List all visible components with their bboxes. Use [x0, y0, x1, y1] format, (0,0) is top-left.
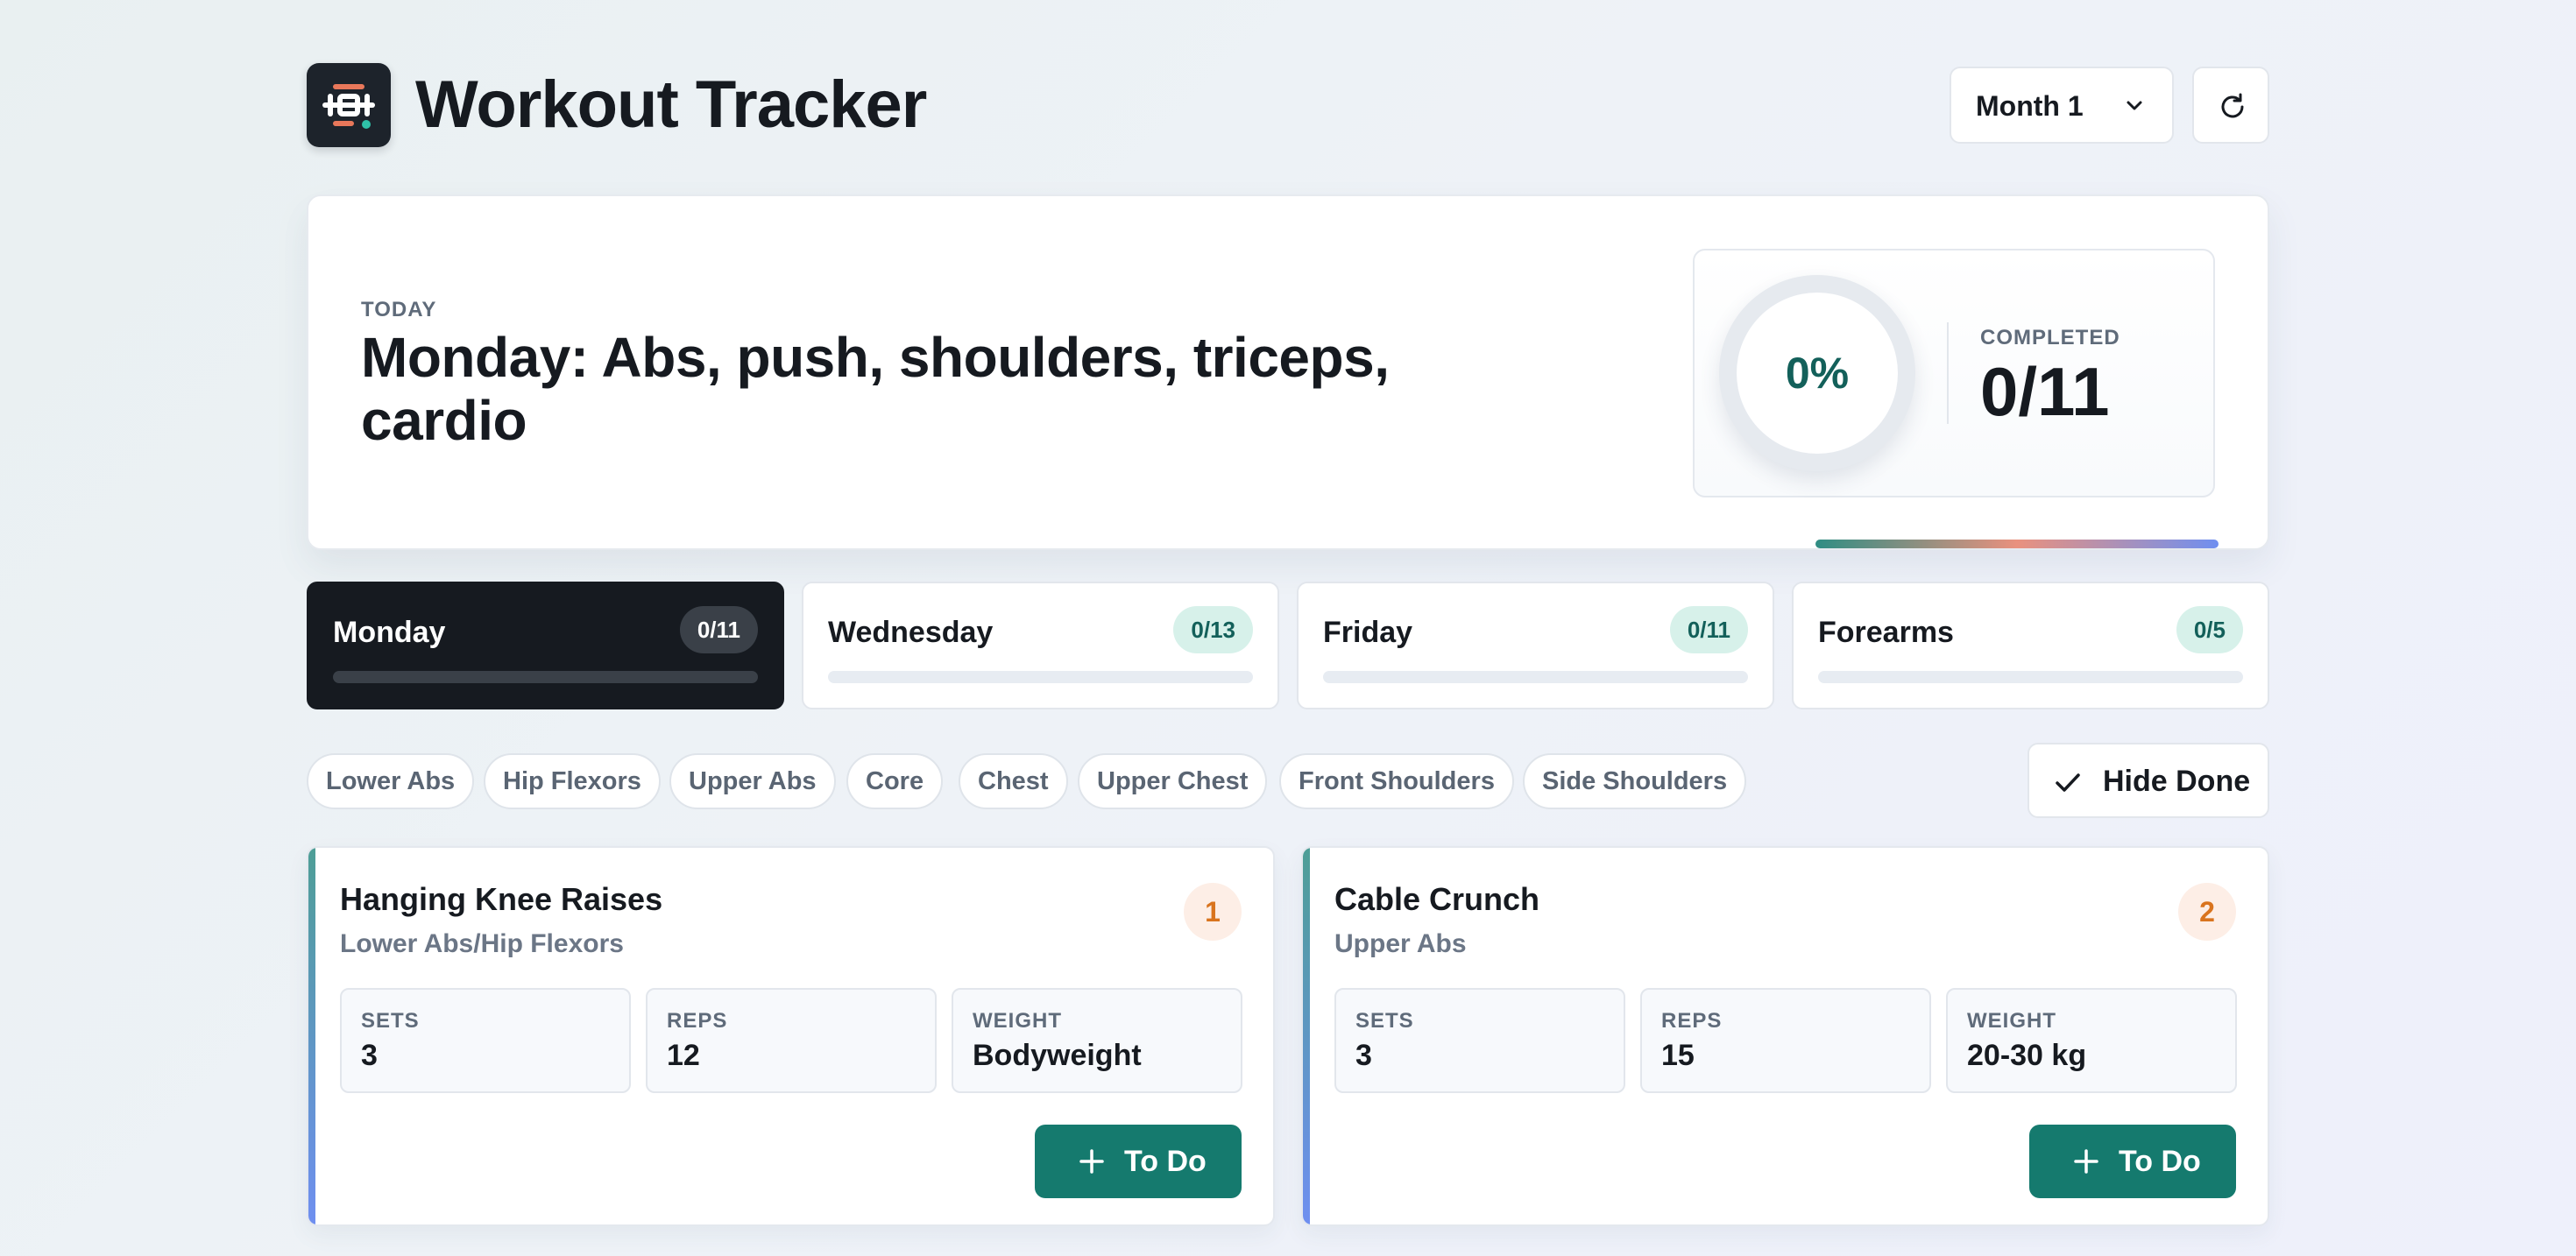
- card-accent-stripe: [1303, 848, 1310, 1224]
- filter-chip-core[interactable]: Core: [846, 753, 944, 809]
- day-tabs: Monday 0/11 Wednesday 0/13 Friday 0/11 F…: [307, 582, 2269, 709]
- exercise-muscle-group: Upper Abs: [1334, 929, 1467, 958]
- completed-label: COMPLETED: [1980, 326, 2120, 349]
- tab-count-badge: 0/13: [1173, 606, 1253, 653]
- sets-value: 3: [1355, 1039, 1372, 1072]
- exercise-name: Cable Crunch: [1334, 881, 1540, 917]
- app-title: Workout Tracker: [415, 67, 927, 142]
- plus-icon: [1079, 1149, 1104, 1174]
- progress-ring: 0%: [1719, 275, 1915, 471]
- filter-chip-chest[interactable]: Chest: [959, 753, 1068, 809]
- todo-button[interactable]: To Do: [1035, 1125, 1242, 1198]
- weight-label: WEIGHT: [973, 1009, 1062, 1033]
- tab-count-badge: 0/11: [1669, 606, 1748, 653]
- filter-chip-front-shoulders[interactable]: Front Shoulders: [1279, 753, 1514, 809]
- reps-value: 12: [667, 1039, 700, 1072]
- tab-count-badge: 0/11: [679, 606, 758, 653]
- today-title: Monday: Abs, push, shoulders, triceps, c…: [361, 326, 1390, 452]
- sets-label: SETS: [1355, 1009, 1414, 1033]
- reps-value: 15: [1661, 1039, 1695, 1072]
- progress-percent: 0%: [1785, 349, 1850, 398]
- reps-metric: REPS 15: [1640, 988, 1931, 1093]
- reps-label: REPS: [1661, 1009, 1723, 1033]
- exercise-card: Hanging Knee Raises Lower Abs/Hip Flexor…: [307, 846, 1275, 1226]
- card-accent-stripe: [308, 848, 315, 1224]
- tab-progress-bar: [333, 671, 758, 683]
- todo-button-label: To Do: [1124, 1145, 1207, 1178]
- completed-value: 0/11: [1980, 353, 2110, 430]
- reps-metric: REPS 12: [646, 988, 937, 1093]
- todo-button-label: To Do: [2119, 1145, 2201, 1178]
- sets-metric: SETS 3: [1334, 988, 1625, 1093]
- sets-metric: SETS 3: [340, 988, 631, 1093]
- hide-done-label: Hide Done: [2103, 765, 2251, 798]
- exercise-number-badge: 1: [1184, 883, 1242, 941]
- tab-monday[interactable]: Monday 0/11: [307, 582, 784, 709]
- today-label: TODAY: [361, 298, 437, 321]
- sets-label: SETS: [361, 1009, 420, 1033]
- filter-chip-side-shoulders[interactable]: Side Shoulders: [1523, 753, 1747, 809]
- reps-label: REPS: [667, 1009, 728, 1033]
- dumbbell-logo-icon: [307, 63, 391, 147]
- tab-forearms[interactable]: Forearms 0/5: [1792, 582, 2269, 709]
- accent-bar: [1815, 540, 2219, 548]
- tab-label: Friday: [1323, 616, 1413, 649]
- muscle-filter-chips: Lower Abs Hip Flexors Upper Abs Core Che…: [307, 743, 2269, 818]
- weight-metric: WEIGHT Bodyweight: [952, 988, 1242, 1093]
- page: Workout Tracker Month 1 TODAY Monday: Ab…: [307, 63, 2269, 1226]
- chevron-down-icon: [2121, 93, 2148, 123]
- completion-stats: 0% COMPLETED 0/11: [1693, 249, 2215, 497]
- header: Workout Tracker Month 1: [307, 63, 2269, 149]
- filter-chip-upper-abs[interactable]: Upper Abs: [669, 753, 836, 809]
- today-card: TODAY Monday: Abs, push, shoulders, tric…: [307, 194, 2269, 550]
- exercise-name: Hanging Knee Raises: [340, 881, 663, 917]
- month-select[interactable]: Month 1: [1950, 67, 2174, 144]
- tab-friday[interactable]: Friday 0/11: [1297, 582, 1774, 709]
- todo-button[interactable]: To Do: [2029, 1125, 2236, 1198]
- refresh-icon: [2221, 93, 2244, 118]
- tab-label: Wednesday: [828, 616, 994, 649]
- tab-label: Forearms: [1818, 616, 1954, 649]
- stats-divider: [1947, 322, 1949, 424]
- exercise-number-badge: 2: [2178, 883, 2236, 941]
- weight-label: WEIGHT: [1967, 1009, 2056, 1033]
- weight-value: Bodyweight: [973, 1039, 1142, 1072]
- weight-value: 20-30 kg: [1967, 1039, 2087, 1072]
- hide-done-toggle[interactable]: Hide Done: [2028, 743, 2269, 818]
- month-select-value: Month 1: [1976, 90, 2084, 122]
- exercise-card: Cable Crunch Upper Abs 2 SETS 3 REPS 15 …: [1301, 846, 2269, 1226]
- tab-progress-bar: [1818, 671, 2243, 683]
- weight-metric: WEIGHT 20-30 kg: [1946, 988, 2237, 1093]
- refresh-button[interactable]: [2192, 67, 2269, 144]
- plus-icon: [2074, 1149, 2098, 1174]
- tab-count-badge: 0/5: [2176, 606, 2243, 653]
- tab-progress-bar: [1323, 671, 1748, 683]
- tab-progress-bar: [828, 671, 1253, 683]
- filter-chip-upper-chest[interactable]: Upper Chest: [1078, 753, 1268, 809]
- exercise-muscle-group: Lower Abs/Hip Flexors: [340, 929, 624, 958]
- sets-value: 3: [361, 1039, 378, 1072]
- check-icon: [2056, 773, 2080, 792]
- tab-label: Monday: [333, 616, 446, 649]
- tab-wednesday[interactable]: Wednesday 0/13: [802, 582, 1279, 709]
- filter-chip-lower-abs[interactable]: Lower Abs: [307, 753, 475, 809]
- filter-chip-hip-flexors[interactable]: Hip Flexors: [484, 753, 661, 809]
